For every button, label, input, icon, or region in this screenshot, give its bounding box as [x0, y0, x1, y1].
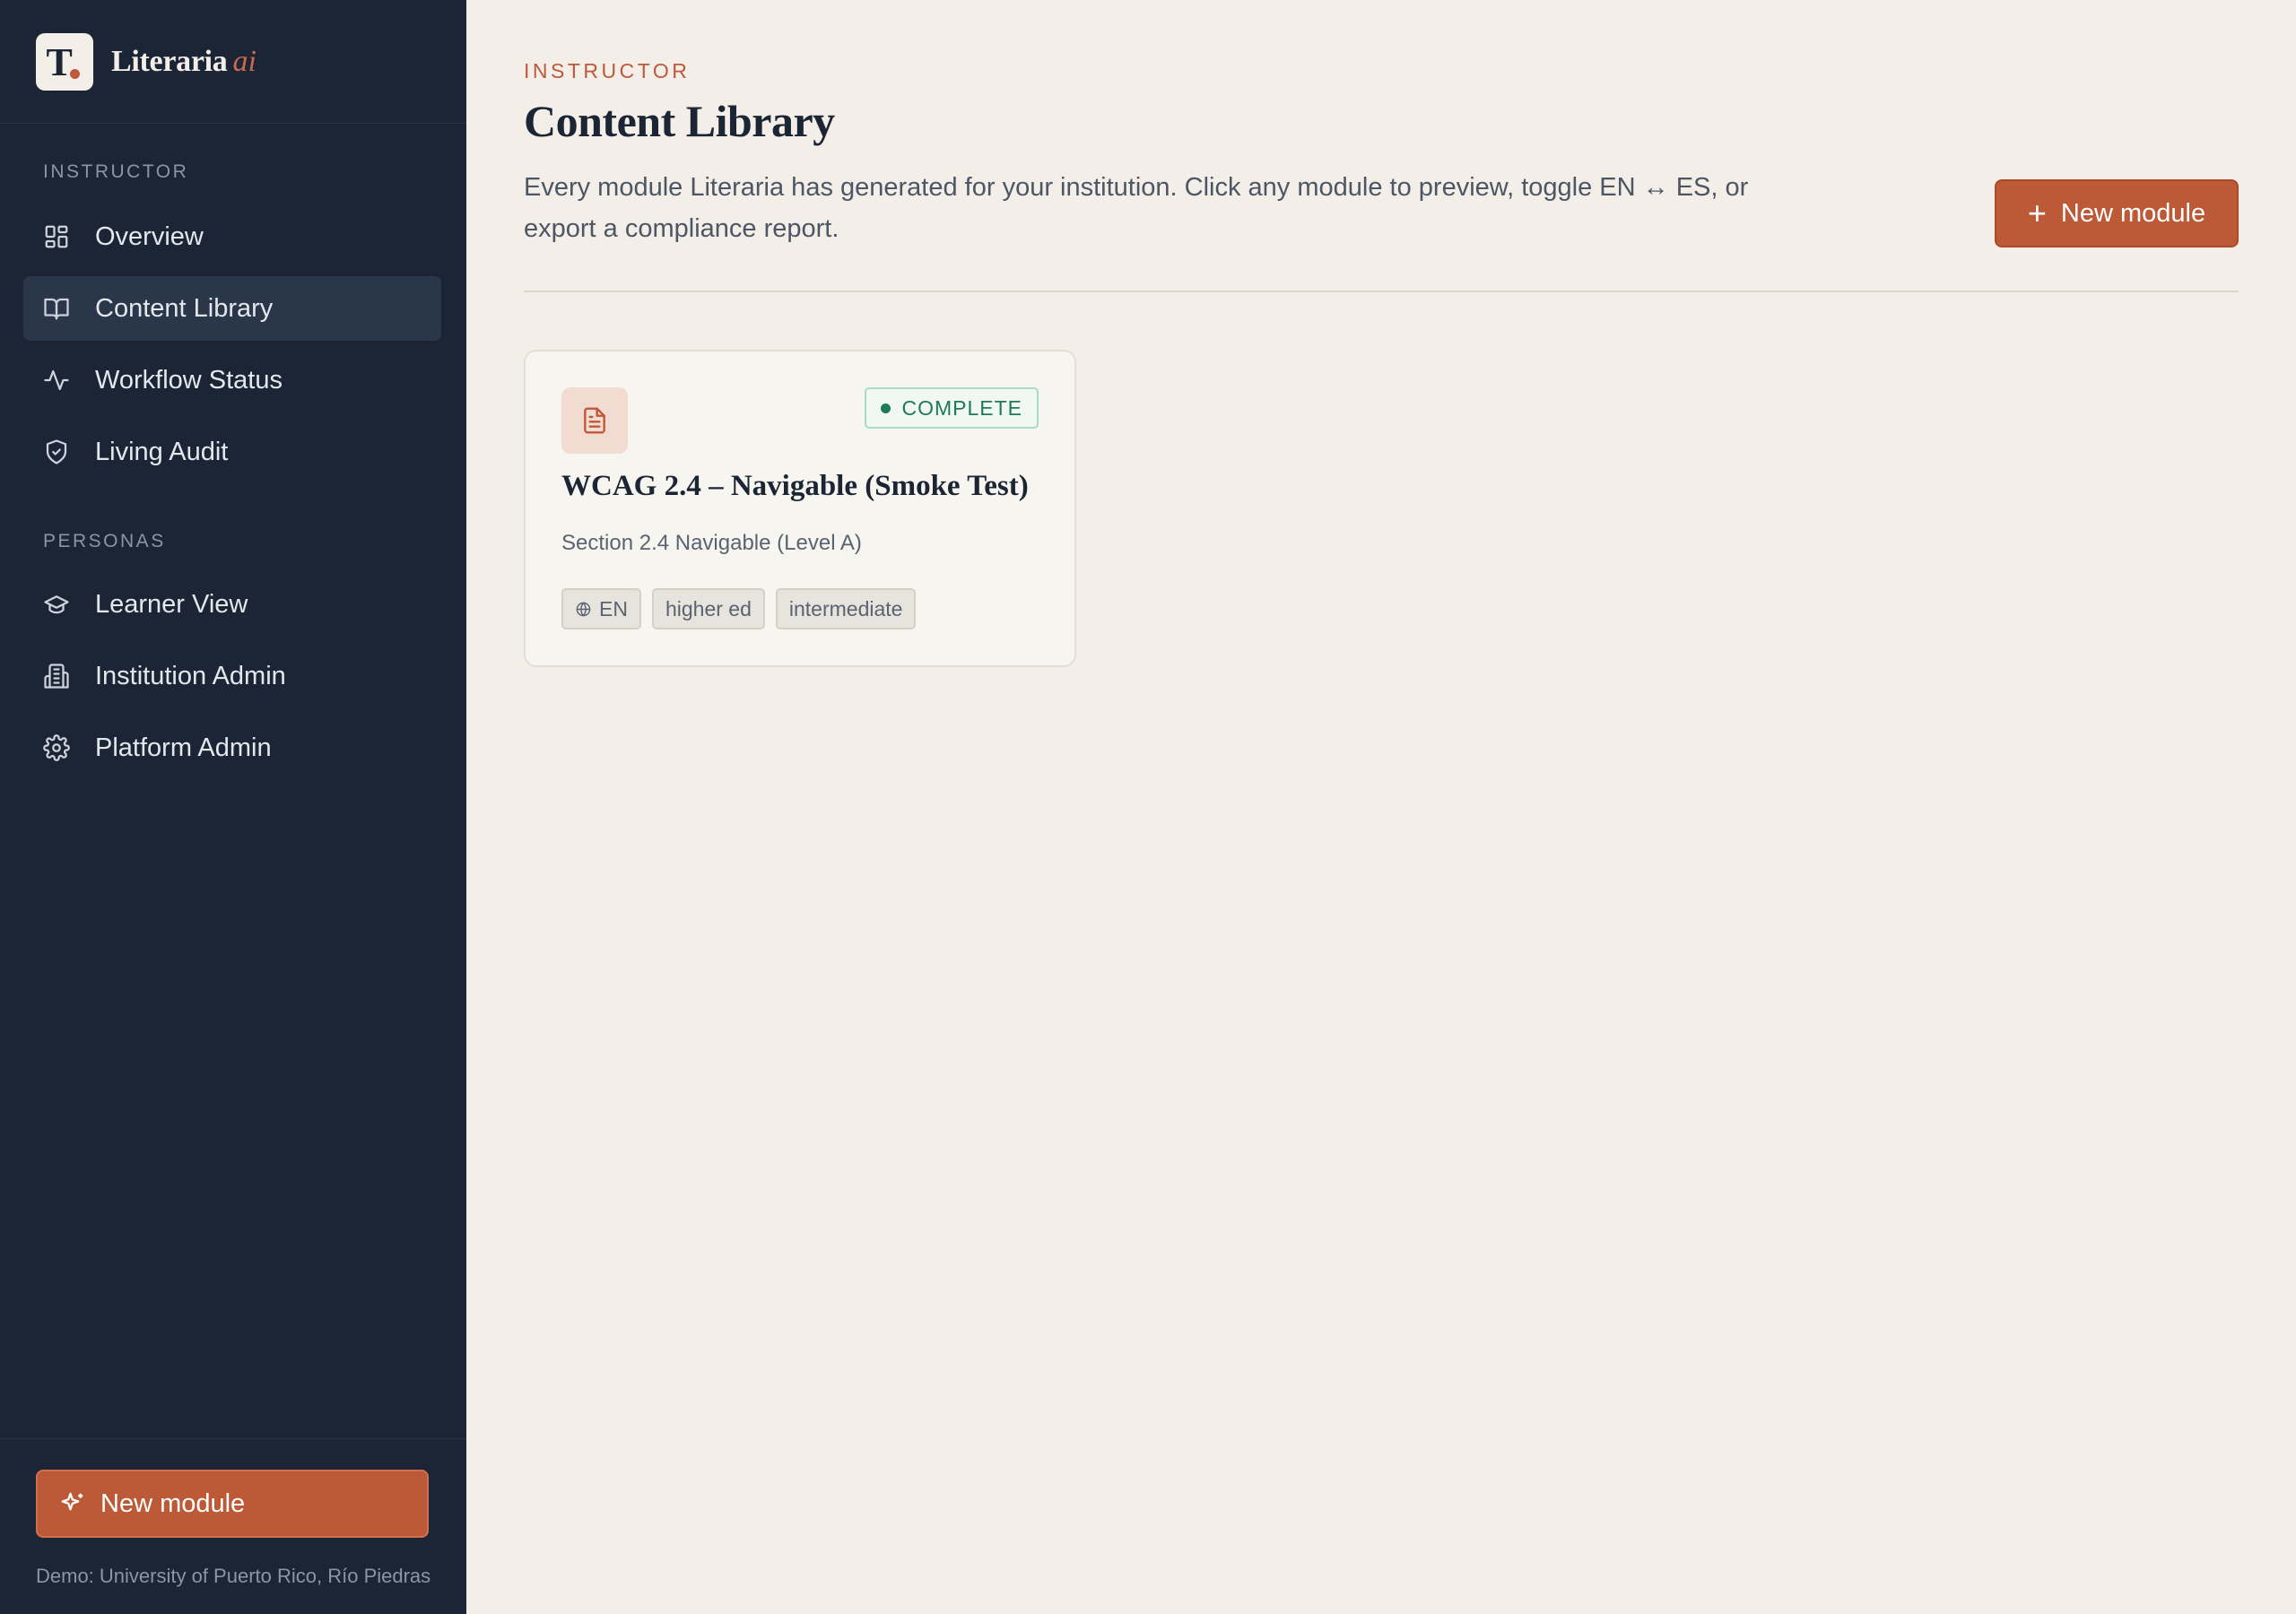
status-label: COMPLETE: [901, 395, 1022, 420]
sidebar-item-label: Overview: [95, 221, 204, 251]
building-icon: [44, 664, 69, 689]
sidebar-item-learner-view[interactable]: Learner View: [23, 572, 441, 637]
logo: T.: [36, 32, 93, 91]
tag-level: intermediate: [775, 588, 917, 629]
activity-icon: [44, 369, 69, 391]
section-label-instructor: INSTRUCTOR: [43, 161, 189, 182]
logo-dot: [70, 68, 80, 79]
sidebar: T. Literaria ai INSTRUCTOR Overview Cont…: [0, 0, 466, 1614]
tag-audience: higher ed: [651, 588, 765, 629]
page-title: Content Library: [524, 96, 835, 146]
graduation-cap-icon: [44, 595, 69, 614]
page-description: Every module Literaria has generated for…: [524, 173, 1749, 243]
brand-name: Literaria: [111, 44, 228, 78]
sidebar-item-label: Learner View: [95, 589, 248, 619]
header-divider: [524, 291, 2239, 292]
module-tags: EN higher ed intermediate: [561, 588, 926, 629]
main-content: INSTRUCTOR Content Library Every module …: [466, 0, 2296, 1614]
sidebar-item-workflow-status[interactable]: Workflow Status: [23, 348, 441, 412]
sidebar-footer: New module Demo: University of Puerto Ri…: [0, 1438, 466, 1614]
sparkle-icon: [61, 1492, 83, 1511]
sidebar-new-module-button[interactable]: New module: [36, 1470, 429, 1538]
sidebar-item-label: Platform Admin: [95, 733, 272, 762]
gear-icon: [43, 734, 70, 761]
sidebar-item-content-library[interactable]: Content Library: [23, 276, 441, 341]
brand[interactable]: T. Literaria ai: [0, 0, 466, 124]
sidebar-item-overview[interactable]: Overview: [23, 204, 441, 269]
shield-icon: [46, 439, 67, 464]
sidebar-item-label: Workflow Status: [95, 365, 283, 395]
globe-icon: [576, 602, 591, 616]
sidebar-item-living-audit[interactable]: Living Audit: [23, 420, 441, 484]
sidebar-item-label: Institution Admin: [95, 661, 286, 690]
module-title: WCAG 2.4 – Navigable (Smoke Test): [561, 470, 1029, 502]
brand-suffix: ai: [232, 44, 257, 78]
new-module-button[interactable]: + New module: [1995, 179, 2239, 247]
tag-language: EN: [561, 588, 641, 629]
status-badge: COMPLETE: [865, 387, 1039, 429]
new-module-label: New module: [2060, 198, 2206, 228]
book-icon: [44, 298, 69, 320]
grid-icon: [45, 225, 68, 248]
status-dot-icon: [881, 403, 891, 413]
sidebar-new-module-label: New module: [100, 1488, 246, 1518]
page-eyebrow: INSTRUCTOR: [524, 59, 691, 82]
demo-note: Demo: University of Puerto Rico, Río Pie…: [36, 1565, 431, 1587]
sidebar-item-institution-admin[interactable]: Institution Admin: [23, 644, 441, 708]
section-label-personas: PERSONAS: [43, 531, 166, 551]
sidebar-item-label: Living Audit: [95, 437, 229, 466]
sidebar-item-label: Content Library: [95, 293, 274, 323]
module-subtitle: Section 2.4 Navigable (Level A): [561, 531, 862, 555]
document-icon: [561, 387, 628, 454]
module-card[interactable]: COMPLETE WCAG 2.4 – Navigable (Smoke Tes…: [524, 350, 1076, 667]
sidebar-item-platform-admin[interactable]: Platform Admin: [23, 716, 441, 780]
plus-icon: +: [2027, 195, 2047, 231]
tag-label: EN: [599, 596, 628, 620]
